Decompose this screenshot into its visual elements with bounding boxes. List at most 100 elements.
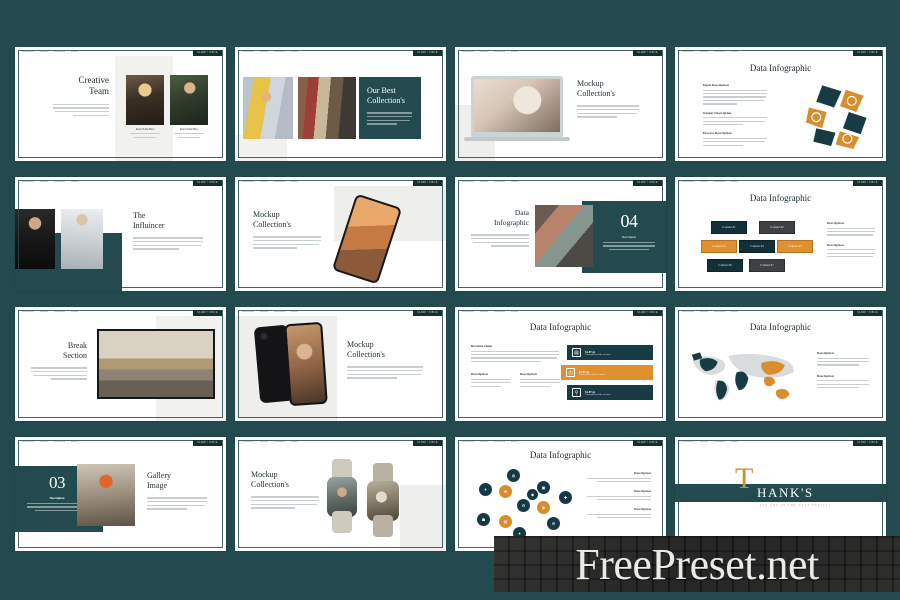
node-1[interactable]: ◍ xyxy=(507,469,520,482)
node-12[interactable]: ◆ xyxy=(527,489,538,500)
box-6[interactable]: Content 06 xyxy=(707,259,743,272)
slide-title-line1: Mockup xyxy=(577,79,604,88)
node-5[interactable]: ✚ xyxy=(559,491,572,504)
slide-badge: SLIDE • DECK xyxy=(193,50,222,56)
slide-thumbnail-infographic-nodes[interactable]: SLIDE • DECK Data Infographic ◍ ✈ ❋ ▣ ✚ … xyxy=(455,437,666,551)
recycle-diagram xyxy=(805,85,867,149)
slide-thumbnail-our-best-collections[interactable]: SLIDE • DECK Our Best Collection's xyxy=(235,47,446,161)
node-2[interactable]: ✈ xyxy=(479,483,492,496)
node-6[interactable]: ⚙ xyxy=(517,499,530,512)
slide-thumbnail-infographic-04[interactable]: SLIDE • DECK Data Infographic 04 Descrip… xyxy=(455,177,666,291)
slide-thumbnail-gallery-image[interactable]: SLIDE • DECK 03 Description Gallery Imag… xyxy=(15,437,226,551)
sections-block: Input Description Output Description Pro… xyxy=(703,83,769,146)
slide-title-line2: Collection's xyxy=(251,480,289,490)
node-3[interactable]: ❋ xyxy=(499,485,512,498)
briefcase-icon: ▤ xyxy=(572,348,581,357)
node-7[interactable]: ◉ xyxy=(537,501,550,514)
revenue-bar-1[interactable]: ▤ $1.87 pt Consectetur dolor sit amet xyxy=(567,345,653,360)
title-block: Data Infographic xyxy=(469,208,529,247)
slide-title-line1: Our Best xyxy=(367,86,396,95)
slide-title-line1: Data xyxy=(514,208,529,217)
slide-badge: SLIDE • DECK xyxy=(633,310,662,316)
box-2[interactable]: Content 02 xyxy=(759,221,795,234)
slide-badge: SLIDE • DECK xyxy=(413,50,442,56)
slide-thumbnail-mockup-phone-tilt[interactable]: SLIDE • DECK Mockup Collection's xyxy=(235,177,446,291)
section-heading-3: Description xyxy=(634,507,651,512)
slide-title-line1: Break xyxy=(67,341,87,350)
watch-mockup-1 xyxy=(327,459,357,533)
slide-badge: SLIDE • DECK xyxy=(413,180,442,186)
body-text xyxy=(577,105,647,118)
laptop-mockup xyxy=(464,76,570,141)
title-block: Mockup Collection's xyxy=(253,210,323,249)
slide-thumbnail-mockup-phone-pair[interactable]: SLIDE • DECK Mockup Collection's xyxy=(235,307,446,421)
node-4[interactable]: ▣ xyxy=(537,481,550,494)
slide-thumbnail-mockup-laptop[interactable]: SLIDE • DECK Mockup Collection's xyxy=(455,47,666,161)
slide-thumbnail-infographic-recycle[interactable]: SLIDE • DECK Data Infographic Input Desc… xyxy=(675,47,886,161)
section-heading-2: Description xyxy=(827,242,844,247)
slide-badge: SLIDE • DECK xyxy=(413,440,442,446)
thanks-title: HANK'S xyxy=(757,485,814,500)
team-name-1: Insert Name Here xyxy=(135,128,155,131)
number-caption: Description xyxy=(622,234,636,239)
slide-thumbnail-mockup-watch[interactable]: SLIDE • DECK Mockup Collection's xyxy=(235,437,446,551)
influencer-photo-2 xyxy=(61,209,103,269)
sections-block: Description Description Description xyxy=(585,471,651,519)
section-heading-2: Description xyxy=(817,373,834,378)
body-text xyxy=(133,237,209,250)
bar-sub-3: Consectetur dolor sit amet xyxy=(585,393,611,396)
title-block: The Influincer xyxy=(133,211,209,250)
team-caption-1: Insert Name Here xyxy=(126,128,164,138)
collection-photo-2 xyxy=(298,77,356,139)
revenue-bar-3[interactable]: ⚲ $1.87 pt Consectetur dolor sit amet xyxy=(567,385,653,400)
slide-title-line2: Collection's xyxy=(347,350,385,360)
body-text xyxy=(251,496,321,509)
box-5[interactable]: Content 05 xyxy=(777,240,813,253)
section-heading-3: Process Description xyxy=(703,131,732,136)
big-number: 04 xyxy=(620,211,639,231)
slide-thumbnail-infographic-revenue[interactable]: SLIDE • DECK Data Infographic Revenue In… xyxy=(455,307,666,421)
slide-badge: SLIDE • DECK xyxy=(853,440,882,446)
section-heading-3: Description xyxy=(520,372,537,377)
slide-badge: SLIDE • DECK xyxy=(853,310,882,316)
revenue-bar-2[interactable]: ◷ $1.87 pt Consectetur dolor sit amet xyxy=(561,365,653,380)
slide-badge: SLIDE • DECK xyxy=(853,50,882,56)
node-10[interactable]: ▤ xyxy=(499,515,512,528)
slide-title: Data Infographic xyxy=(749,63,812,73)
slide-thumbnail-thanks[interactable]: SLIDE • DECK T HANK'S SEE YOU IN THE NEX… xyxy=(675,437,886,551)
bar-sub-1: Consectetur dolor sit amet xyxy=(585,353,611,356)
slide-thumbnail-infographic-boxes[interactable]: SLIDE • DECK Data Infographic Content 01… xyxy=(675,177,886,291)
slide-title-line2: Image xyxy=(147,481,167,491)
watermark-text: FreePreset.net xyxy=(575,539,819,589)
title-block: Mockup Collection's xyxy=(347,340,427,379)
body-text xyxy=(469,234,529,247)
node-8[interactable]: ✉ xyxy=(547,517,560,530)
slide-badge: SLIDE • DECK xyxy=(413,310,442,316)
section-heading-1: Description xyxy=(827,221,844,225)
box-7[interactable]: Content 07 xyxy=(749,259,785,272)
section-heading-2: Description xyxy=(471,372,488,377)
slide-thumbnail-infographic-world-map[interactable]: SLIDE • DECK Data Infographic Descriptio… xyxy=(675,307,886,421)
team-photo-1 xyxy=(126,75,164,125)
team-caption-2: Insert Name Here xyxy=(170,128,208,138)
phone-front-mockup xyxy=(284,321,328,407)
slide-thumbnail-the-influincer[interactable]: SLIDE • DECK The Influincer xyxy=(15,177,226,291)
thanks-drop-cap: T xyxy=(735,462,754,495)
section-heading-1: Revenue Input xyxy=(471,344,493,348)
slide-badge: SLIDE • DECK xyxy=(193,440,222,446)
slide-thumbnail-break-section[interactable]: SLIDE • DECK Break Section xyxy=(15,307,226,421)
slide-title-line1: Mockup xyxy=(253,210,280,219)
slide-title-line1: Mockup xyxy=(347,340,374,349)
box-4[interactable]: Content 04 xyxy=(739,240,775,253)
slide-title: Data Infographic xyxy=(749,193,812,203)
box-3[interactable]: Content 03 xyxy=(701,240,737,253)
bars-block: ▤ $1.87 pt Consectetur dolor sit amet ◷ $… xyxy=(561,345,653,400)
body-text xyxy=(253,236,323,249)
box-1[interactable]: Content 01 xyxy=(711,221,747,234)
title-block: Gallery Image xyxy=(147,471,211,510)
influencer-photo-1 xyxy=(15,209,55,269)
watch-mockup-2 xyxy=(367,463,399,537)
slide-thumbnail-creative-team[interactable]: SLIDE • DECK Creative Team Insert Name H… xyxy=(15,47,226,161)
node-9[interactable]: ☗ xyxy=(477,513,490,526)
sections-block: Description Description xyxy=(827,221,877,258)
